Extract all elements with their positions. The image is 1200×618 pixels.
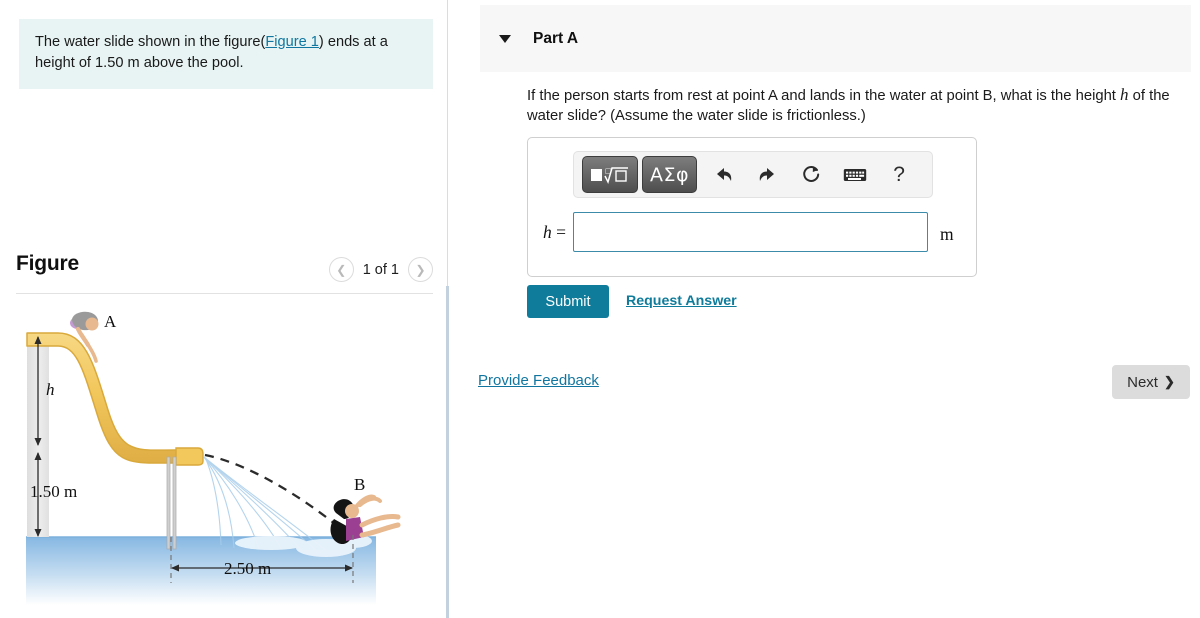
reset-icon[interactable]	[793, 157, 829, 193]
provide-feedback-link[interactable]: Provide Feedback	[478, 372, 599, 389]
page-root: The water slide shown in the figure(Figu…	[0, 0, 1200, 618]
problem-statement-box: The water slide shown in the figure(Figu…	[19, 19, 433, 89]
part-a-title: Part A	[533, 29, 579, 47]
point-b-label: B	[354, 475, 365, 494]
figure-prev-button[interactable]: ❮	[328, 257, 354, 282]
keyboard-icon[interactable]	[837, 157, 873, 193]
trajectory-path	[204, 453, 347, 534]
chevron-left-icon: ❮	[336, 262, 347, 277]
redo-arrow-glyph	[759, 168, 774, 181]
figure-page-label: 1 of 1	[362, 261, 399, 278]
answer-variable: h	[543, 221, 552, 242]
water-slide-diagram: A B h 1.50 m 2.50 m	[26, 311, 401, 605]
figure-illustration: A B h 1.50 m 2.50 m	[16, 305, 416, 605]
question-prompt: If the person starts from rest at point …	[527, 85, 1192, 126]
math-template-button[interactable]: □	[582, 156, 638, 193]
undo-arrow-glyph	[716, 168, 731, 181]
question-part-1: If the person starts from rest at point …	[527, 88, 1121, 104]
next-button-label: Next	[1127, 373, 1158, 391]
statement-part-1: The water slide shown in the figure(	[35, 34, 266, 50]
part-a-header[interactable]: Part A	[480, 5, 1191, 72]
greek-letters-button[interactable]: ΑΣφ	[642, 156, 698, 193]
lower-height-label: 1.50 m	[30, 482, 77, 501]
chevron-right-icon: ❯	[1163, 374, 1175, 389]
slide-support-pole	[166, 456, 171, 550]
answer-equals: =	[551, 221, 566, 242]
redo-icon[interactable]	[749, 157, 785, 193]
refresh-circle-glyph	[802, 165, 819, 182]
answer-entry-box: □ ΑΣφ ? h =	[527, 137, 977, 277]
undo-icon[interactable]	[705, 157, 741, 193]
right-pane: Part A If the person starts from rest at…	[450, 0, 1200, 618]
math-toolbar: □ ΑΣφ ?	[573, 151, 933, 198]
submit-button[interactable]: Submit	[527, 285, 609, 318]
chevron-right-icon: ❯	[415, 262, 426, 277]
answer-variable-label: h =	[528, 222, 573, 243]
keyboard-glyph	[843, 168, 867, 181]
figure-panel-title: Figure	[16, 252, 79, 275]
figure-header-rule	[16, 293, 433, 294]
point-a-label: A	[104, 312, 117, 331]
request-answer-link[interactable]: Request Answer	[626, 293, 737, 309]
answer-input-row: h =	[528, 212, 978, 252]
next-button[interactable]: Next ❯	[1112, 365, 1190, 399]
left-pane: The water slide shown in the figure(Figu…	[0, 0, 447, 618]
figure-1-link[interactable]: Figure 1	[265, 34, 319, 50]
chevron-down-icon[interactable]	[499, 34, 511, 43]
radical-template-icon: □	[591, 167, 628, 184]
help-icon[interactable]: ?	[881, 157, 917, 193]
figure-next-button[interactable]: ❯	[408, 257, 433, 282]
horizontal-distance-label: 2.50 m	[224, 559, 271, 578]
person-at-b	[330, 494, 401, 545]
answer-unit-label: m	[940, 224, 954, 244]
slide-end-lip	[175, 447, 204, 466]
slide-support-pole-2	[172, 456, 177, 550]
answer-input[interactable]	[573, 212, 928, 252]
question-variable-h: h	[1120, 85, 1129, 104]
pane-divider-upper	[447, 0, 448, 286]
problem-statement-text: The water slide shown in the figure(Figu…	[35, 32, 417, 74]
height-h-label: h	[46, 380, 55, 399]
figure-pager: ❮ 1 of 1 ❯	[328, 257, 433, 282]
